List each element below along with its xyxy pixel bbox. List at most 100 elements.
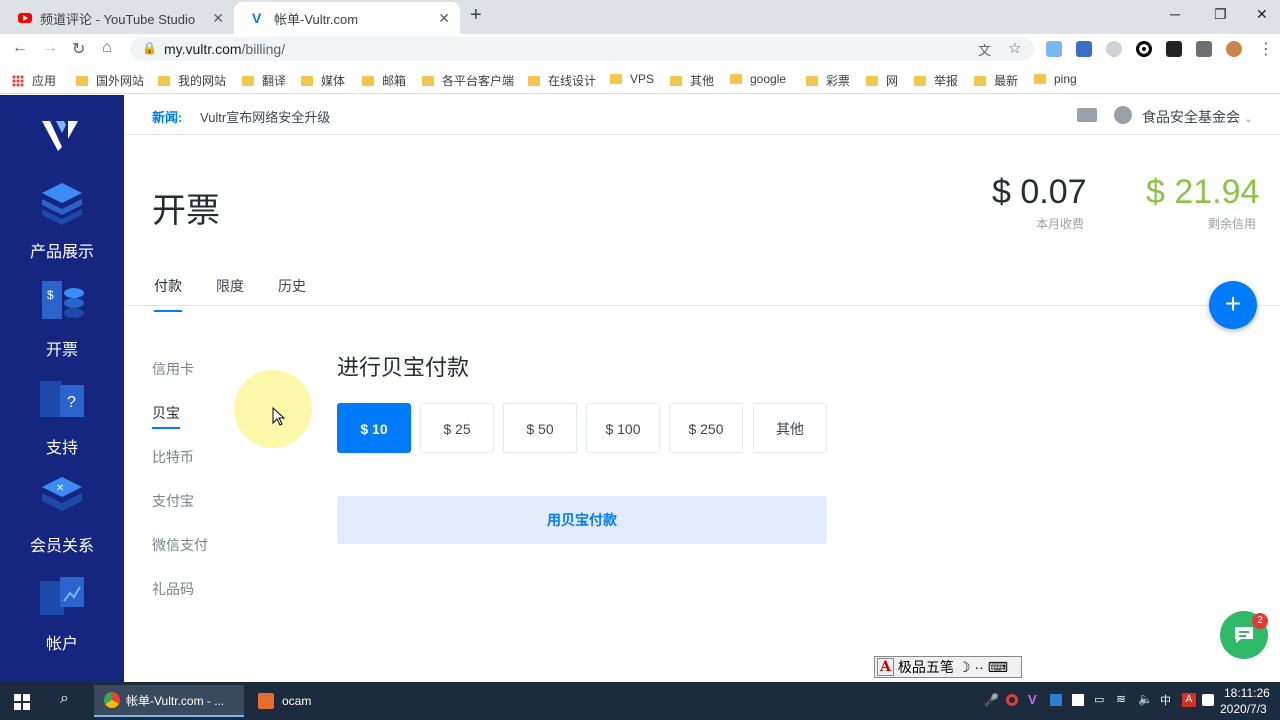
punctuation-icon[interactable]: ··	[974, 659, 983, 675]
sidebar-item-support[interactable]: ? 支持	[0, 375, 124, 458]
vultr-icon: V	[252, 10, 262, 26]
method-paypal[interactable]: 贝宝	[152, 403, 180, 429]
taskbar: ⌕ 帐单-Vultr.com - ... ocam 🎤 V ▭ ≋ 🔈 中 A …	[0, 682, 1280, 720]
method-bitcoin[interactable]: 比特币	[152, 447, 194, 467]
record-icon[interactable]	[1006, 694, 1018, 706]
add-button[interactable]: +	[1209, 281, 1257, 329]
tab-history[interactable]: 历史	[278, 276, 306, 310]
bookmark-item[interactable]: 彩票	[806, 72, 850, 89]
clock-time[interactable]: 18:11:26	[1224, 686, 1270, 700]
taskbar-ocam[interactable]: ocam	[248, 685, 338, 717]
folder-icon	[158, 75, 170, 86]
mouse-cursor-icon	[272, 407, 286, 426]
cloud-extension-icon[interactable]	[1106, 41, 1122, 57]
url-input[interactable]: 🔒 my.vultr.com/billing/ 文 ☆	[130, 37, 1034, 61]
amount-other-button[interactable]: 其他	[753, 403, 827, 453]
bookmark-item[interactable]: VPS	[610, 72, 654, 86]
bookmark-item[interactable]: 举报	[914, 72, 958, 89]
sidebar-item-account[interactable]: 帐户	[0, 571, 124, 654]
tray-a-icon[interactable]: A	[1182, 693, 1196, 707]
amount-100-button[interactable]: $ 100	[586, 403, 660, 453]
tab-limits[interactable]: 限度	[216, 276, 244, 310]
profile-avatar[interactable]	[1226, 41, 1242, 57]
user-icon[interactable]	[1114, 106, 1132, 124]
clock-date[interactable]: 2020/7/3	[1220, 702, 1267, 716]
method-credit-card[interactable]: 信用卡	[152, 359, 194, 379]
shield-extension-icon[interactable]	[1076, 41, 1092, 57]
bookmark-item[interactable]: 在线设计	[528, 72, 596, 89]
volume-icon[interactable]: 🔈	[1138, 692, 1153, 706]
menu-icon[interactable]: ⋮	[1258, 39, 1274, 59]
vultr-tray-icon[interactable]: V	[1028, 692, 1037, 707]
vultr-logo[interactable]	[40, 117, 80, 153]
amount-25-button[interactable]: $ 25	[420, 403, 494, 453]
affiliate-icon: ✕	[42, 477, 82, 511]
chrome-icon	[104, 692, 120, 708]
apps-icon	[12, 74, 24, 87]
bookmark-item[interactable]: ping	[1034, 72, 1077, 86]
tab-payment[interactable]: 付款	[154, 276, 182, 312]
method-wechat-pay[interactable]: 微信支付	[152, 535, 208, 555]
browser-tab-bar: 频道评论 - YouTube Studio ✕ V 帐单-Vultr.com ✕…	[0, 0, 1280, 34]
bookmark-item[interactable]: 最新	[974, 72, 1018, 89]
browser-tab-vultr[interactable]: V 帐单-Vultr.com ✕	[234, 2, 460, 34]
star-icon[interactable]: ☆	[1008, 39, 1021, 57]
keyboard-icon[interactable]: ⌨	[988, 659, 1008, 676]
bookmark-item[interactable]: 我的网站	[158, 72, 226, 89]
forward-icon[interactable]: →	[42, 39, 58, 57]
minimize-icon[interactable]: ─	[1170, 6, 1180, 22]
bookmark-item[interactable]: 邮箱	[362, 72, 406, 89]
bookmark-apps[interactable]: 应用	[12, 72, 56, 89]
sidebar: 产品展示 $ 开票 ? 支持 ✕ 会员关系 帐户	[0, 95, 124, 682]
bookmark-item[interactable]: 各平台客户端	[422, 72, 514, 89]
moon-icon[interactable]: ☽	[958, 659, 971, 676]
ime-toolbar[interactable]: A 极品五笔 ☽ ·· ⌨	[874, 656, 1022, 678]
amount-250-button[interactable]: $ 250	[669, 403, 743, 453]
search-icon[interactable]: ⌕	[60, 690, 69, 708]
extension-icon[interactable]	[1046, 41, 1062, 57]
circle-extension-icon[interactable]	[1136, 41, 1152, 57]
bookmark-item[interactable]: 翻译	[242, 72, 286, 89]
translate-icon[interactable]: 文	[978, 40, 991, 59]
mail-icon[interactable]	[1077, 108, 1097, 122]
close-icon[interactable]: ✕	[438, 10, 450, 27]
box-extension-icon[interactable]	[1166, 41, 1182, 57]
bookmark-item[interactable]: 网	[866, 72, 898, 89]
windows-start-icon[interactable]	[14, 694, 30, 710]
user-name: 食品安全基金会	[1142, 109, 1240, 125]
user-menu[interactable]: 食品安全基金会 ⌄	[1142, 107, 1253, 127]
sidebar-item-affiliate[interactable]: ✕ 会员关系	[0, 473, 124, 556]
taskbar-chrome[interactable]: 帐单-Vultr.com - ...	[94, 685, 244, 717]
back-icon[interactable]: ←	[12, 39, 28, 57]
window-close-icon[interactable]: ✕	[1256, 6, 1268, 23]
home-icon[interactable]: ⌂	[102, 39, 112, 57]
browser-tab-youtube[interactable]: 频道评论 - YouTube Studio ✕	[0, 2, 234, 34]
puzzle-icon[interactable]	[1196, 41, 1212, 57]
new-tab-icon[interactable]: +	[470, 4, 482, 27]
method-alipay[interactable]: 支付宝	[152, 491, 194, 511]
folder-icon	[362, 75, 374, 86]
bookmark-item[interactable]: 国外网站	[76, 72, 144, 89]
maximize-icon[interactable]: ❐	[1214, 6, 1227, 23]
bookmark-item[interactable]: 媒体	[301, 72, 345, 89]
bookmark-item[interactable]: 其他	[670, 72, 714, 89]
wifi-icon[interactable]: ≋	[1116, 692, 1126, 706]
tray-app-icon[interactable]	[1050, 694, 1062, 706]
tab-title: 帐单-Vultr.com	[274, 11, 359, 27]
tray-app-icon[interactable]	[1072, 694, 1084, 706]
battery-icon[interactable]: ▭	[1094, 693, 1104, 706]
bookmark-item[interactable]: google	[730, 72, 786, 86]
sidebar-item-billing[interactable]: $ 开票	[0, 277, 124, 360]
language-icon[interactable]: 中	[1160, 692, 1171, 708]
tray-app-icon[interactable]	[1202, 694, 1214, 706]
sidebar-item-label: 开票	[45, 342, 78, 359]
microphone-icon[interactable]: 🎤	[984, 693, 999, 707]
pay-with-paypal-button[interactable]: 用贝宝付款	[337, 496, 827, 544]
close-icon[interactable]: ✕	[212, 10, 224, 27]
amount-50-button[interactable]: $ 50	[503, 403, 577, 453]
method-gift-code[interactable]: 礼品码	[152, 579, 194, 599]
amount-10-button[interactable]: $ 10	[337, 403, 411, 453]
sidebar-item-products[interactable]: 产品展示	[0, 179, 124, 262]
news-link[interactable]: Vultr宣布网络安全升级	[200, 107, 330, 126]
reload-icon[interactable]: ↻	[72, 39, 85, 59]
